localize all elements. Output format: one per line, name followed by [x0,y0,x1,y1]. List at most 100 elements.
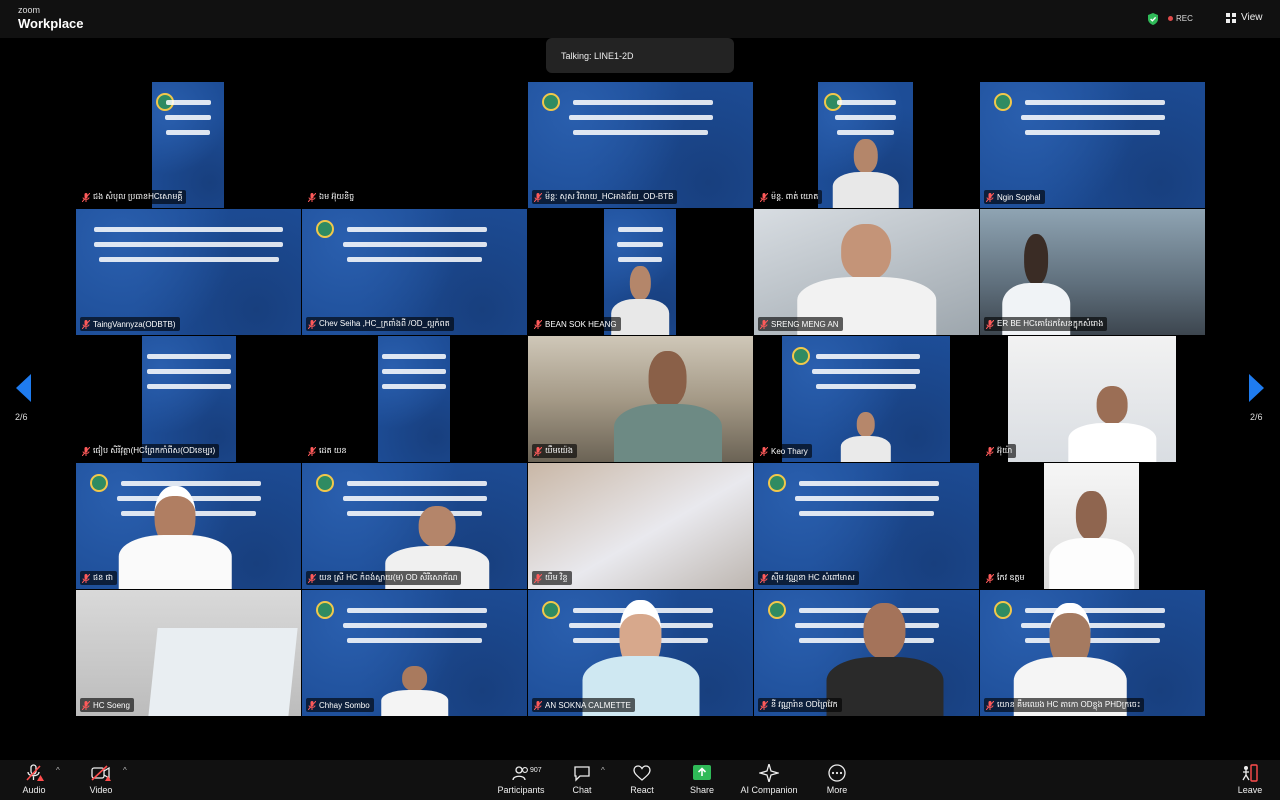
participant-name-tag: Chev Seiha ,HC_ក្រពាំងពី /OD_ល្អក់ពត [306,317,454,331]
muted-mic-icon [82,700,90,710]
participant-tile[interactable]: AN SOKNA CALMETTE [528,590,753,716]
participant-tile[interactable]: Chhay Sombo [302,590,527,716]
participant-tile[interactable]: យឹមយ៉េង [528,336,753,462]
leave-icon [1242,764,1258,782]
participant-tile[interactable]: ម៉ន្ត: សុស វិលាយ_HCអាងជ័យ_OD-BTB [528,82,753,208]
talking-indicator: Talking: LINE1-2D [546,38,734,73]
participant-name-tag: យន ស្រី HC កំពង់ស្លាយ(ម) OD សិរីសោភ័ណ [306,571,462,585]
muted-mic-icon [534,700,542,710]
leave-button[interactable]: Leave [1215,764,1280,795]
video-options-chevron-icon[interactable]: ^ [123,766,127,775]
muted-mic-icon [760,446,768,456]
chat-options-chevron-icon[interactable]: ^ [601,766,605,775]
participant-name-tag: AN SOKNA CALMETTE [532,698,635,712]
page-indicator-right: 2/6 [1250,412,1263,422]
more-label: More [826,785,848,795]
muted-mic-icon [760,700,768,710]
participant-tile[interactable]: ER BE HCគោដែកសែនក្នុកសំរោង [980,209,1205,335]
muted-mic-icon [986,573,994,583]
participant-tile[interactable]: SRENG MENG AN [754,209,979,335]
leave-label: Leave [1237,785,1263,795]
participant-name-tag: Chhay Sombo [306,698,374,712]
participant-name-tag: SRENG MENG AN [758,317,843,331]
muted-mic-icon [82,446,90,456]
video-label: Video [89,785,113,795]
share-button[interactable]: Share [667,764,737,795]
muted-mic-icon [986,319,994,329]
muted-mic-icon [986,700,994,710]
muted-mic-icon [26,764,44,781]
muted-mic-icon [760,573,768,583]
view-label: View [1241,12,1263,23]
participant-tile[interactable]: ជង សំបុល ប្រធានHCសោមគ្គី [76,82,301,208]
participant-name-tag: BEAN SOK HEANG [532,317,621,331]
participants-label: Participants [497,785,545,795]
participant-tile[interactable]: ផៀប សិរីវុត្ថា(HCព្រែកកាំពីស(ODខេម្បរ) [76,336,301,462]
participant-tile[interactable]: យោន គឹមឈេង HC តាកោ ODខ្លុង PHDក្រចេះ [980,590,1205,716]
chat-label: Chat [572,785,592,795]
share-screen-icon [693,765,711,780]
muted-mic-icon [534,446,542,456]
participants-count: 907 [530,767,542,774]
ai-companion-button[interactable]: AI Companion [734,764,804,795]
participant-tile[interactable]: Chev Seiha ,HC_ក្រពាំងពី /OD_ល្អក់ពត [302,209,527,335]
participant-tile[interactable]: ផន ផា [76,463,301,589]
participant-tile[interactable]: Keo Thary [754,336,979,462]
video-feed [1008,336,1176,462]
sparkle-icon [759,764,779,782]
muted-mic-icon [308,319,316,329]
muted-mic-icon [308,446,316,456]
participants-button[interactable]: Participants [486,764,556,795]
participant-tile[interactable]: នី វណ្ណារ៉ាន ODព្រៃវែក [754,590,979,716]
video-feed [1044,463,1139,589]
participant-tile[interactable]: អ៊ុយ៉ា [980,336,1205,462]
audio-options-chevron-icon[interactable]: ^ [56,766,60,775]
video-off-icon [91,765,111,781]
muted-mic-icon [534,573,542,583]
more-button[interactable]: More [802,764,872,795]
page-indicator-left: 2/6 [15,412,28,422]
participant-tile[interactable]: កែវ ឧត្តម [980,463,1205,589]
participant-name-tag: ជង សំបុល ប្រធានHCសោមគ្គី [80,190,187,204]
participant-tile[interactable]: យន ស្រី HC កំពង់ស្លាយ(ម) OD សិរីសោភ័ណ [302,463,527,589]
participant-name-tag: យឹម វិន្ទ [532,571,572,585]
zoom-logo: zoom Workplace [18,5,84,31]
participant-name-tag: នី វណ្ណារ៉ាន ODព្រៃវែក [758,698,842,712]
shield-icon[interactable] [1146,12,1160,26]
muted-mic-icon [986,446,994,456]
muted-mic-icon [760,192,768,202]
heart-icon [633,765,651,781]
participant-name-tag: ម៉ន្ត. ពាត់ យោត [758,190,823,204]
more-icon [828,764,846,782]
shared-slide [378,336,450,462]
participant-tile[interactable]: ស៊ីម វណ្ណនា HC សំពៅមាស [754,463,979,589]
top-bar: zoom Workplace REC View [0,0,1280,38]
chat-icon [574,766,590,782]
muted-mic-icon [82,573,90,583]
participant-tile[interactable]: យឹម វិន្ទ [528,463,753,589]
muted-mic-icon [308,700,316,710]
previous-page-arrow-icon[interactable] [14,373,32,403]
participant-name-tag: ផន ផា [80,571,117,585]
participant-tile[interactable]: ម៉ន្ត. ពាត់ យោត [754,82,979,208]
ai-companion-label: AI Companion [740,785,798,795]
muted-mic-icon [534,192,542,202]
grid-icon [1226,12,1236,23]
view-button[interactable]: View [1226,12,1263,23]
participant-name-tag: ER BE HCគោដែកសែនក្នុកសំរោង [984,317,1108,331]
recording-indicator[interactable]: REC [1168,14,1193,23]
participant-tile[interactable]: Ngin Sophal [980,82,1205,208]
participant-tile[interactable]: ដេត យន [302,336,527,462]
next-page-arrow-icon[interactable] [1248,373,1266,403]
muted-mic-icon [534,319,542,329]
participant-name-tag: យឹមយ៉េង [532,444,577,458]
participant-tile[interactable]: ឯម អ៊ុយនិច្ច [302,82,527,208]
participant-tile[interactable]: TaingVannyza(ODBTB) [76,209,301,335]
rec-label: REC [1176,14,1193,23]
participant-tile[interactable]: BEAN SOK HEANG [528,209,753,335]
talking-label: Talking: LINE1-2D [561,50,634,61]
participant-name-tag: ដេត យន [306,444,351,458]
brand-small: zoom [18,5,41,15]
participant-tile[interactable]: HC Soeng [76,590,301,716]
participant-name-tag: ផៀប សិរីវុត្ថា(HCព្រែកកាំពីស(ODខេម្បរ) [80,444,220,458]
